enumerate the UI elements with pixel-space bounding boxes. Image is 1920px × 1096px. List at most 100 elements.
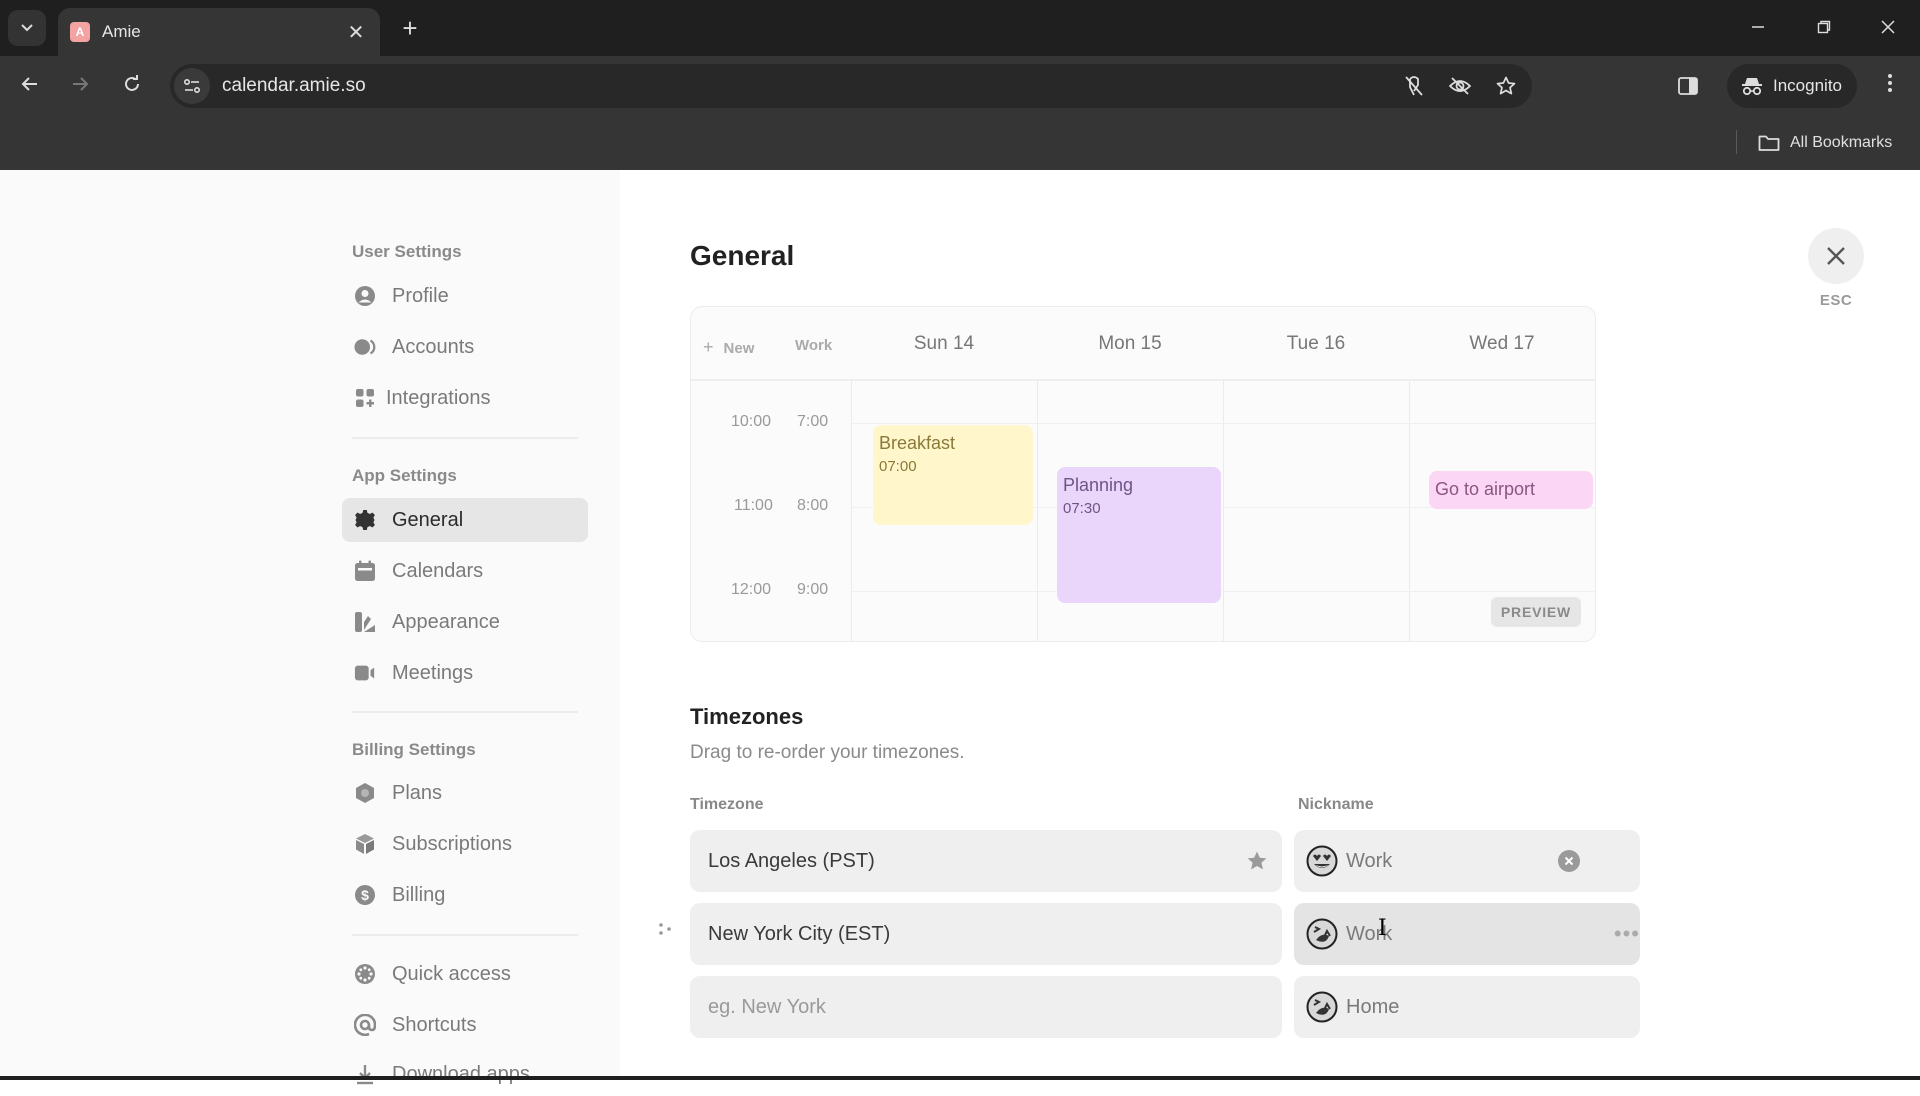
timezone-column-header: Timezone <box>690 796 764 813</box>
restore-icon <box>1817 20 1831 34</box>
all-bookmarks-button[interactable]: All Bookmarks <box>1758 128 1892 158</box>
timezone-placeholder: eg. New York <box>708 995 826 1018</box>
page-title: General <box>690 240 795 271</box>
at-icon <box>354 1014 376 1036</box>
side-panel-button[interactable] <box>1672 70 1704 102</box>
nickname-input[interactable]: Work ••• <box>1294 903 1640 965</box>
bookmarks-separator <box>1736 130 1737 154</box>
nickname-input[interactable]: Work <box>1294 830 1640 892</box>
section-title-user-settings: User Settings <box>352 242 462 261</box>
section-title-billing-settings: Billing Settings <box>352 740 476 759</box>
sidebar-item-general[interactable]: General <box>342 498 588 542</box>
new-tab-button[interactable]: + <box>396 14 424 42</box>
grid-line <box>851 423 1595 424</box>
bookmark-star-icon[interactable] <box>1486 70 1526 102</box>
drag-handle-icon[interactable] <box>658 922 672 941</box>
new-timezone-input[interactable]: eg. New York <box>690 976 1282 1038</box>
close-icon <box>1881 20 1895 34</box>
sidebar-divider <box>352 711 578 713</box>
time-label: 11:00 <box>734 497 773 514</box>
sidebar-item-label: Billing <box>392 883 446 906</box>
url-text[interactable]: calendar.amie.so <box>222 75 1394 97</box>
profile-icon <box>354 285 376 307</box>
reload-icon <box>125 75 139 91</box>
sidebar-item-label: Download apps <box>392 1062 530 1085</box>
grid-line <box>1409 381 1410 641</box>
calendar-header: + New Work Sun 14 Mon 15 Tue 16 Wed 17 <box>691 307 1595 381</box>
incognito-profile-button[interactable]: Incognito <box>1727 64 1857 108</box>
nickname-input[interactable]: Home <box>1294 976 1640 1038</box>
restore-button[interactable] <box>1804 12 1844 44</box>
browser-tab[interactable]: A Amie ✕ <box>58 8 380 56</box>
sidebar-item-meetings[interactable]: Meetings <box>342 651 588 695</box>
site-info-button[interactable] <box>174 68 210 104</box>
reload-button[interactable] <box>116 70 148 102</box>
sidebar-item-label: Appearance <box>392 610 500 633</box>
minimize-icon <box>1752 26 1764 28</box>
timezone-input[interactable]: Los Angeles (PST) <box>690 830 1282 892</box>
integrations-icon <box>354 387 376 409</box>
event-title: Breakfast <box>879 433 956 453</box>
laughing-emoji-icon[interactable] <box>1306 991 1338 1023</box>
close-settings-button[interactable] <box>1808 228 1864 284</box>
appearance-icon <box>354 611 376 633</box>
day-header: Wed 17 <box>1469 333 1535 354</box>
sidebar-item-subscriptions[interactable]: Subscriptions <box>342 822 588 866</box>
time-label: 9:00 <box>797 581 829 598</box>
esc-hint: ESC <box>1819 292 1853 309</box>
timezone-input[interactable]: New York City (EST) <box>690 903 1282 965</box>
nickname-value: Home <box>1346 995 1400 1018</box>
event-planning[interactable]: Planning 07:30 <box>1057 467 1221 603</box>
address-bar[interactable]: calendar.amie.so <box>170 64 1532 108</box>
browser-toolbar: calendar.amie.so Incognito <box>0 56 1920 116</box>
window-close-button[interactable] <box>1868 12 1908 44</box>
timezone-column-label: Work <box>795 337 833 354</box>
settings-page: User Settings Profile Accounts Integrati… <box>0 170 1920 1085</box>
timezones-heading: Timezones <box>690 704 804 729</box>
sidebar-item-label: Shortcuts <box>392 1013 477 1036</box>
primary-star-icon[interactable] <box>1246 850 1268 878</box>
new-timezone-label: New <box>723 340 755 357</box>
sidebar-item-label: Calendars <box>392 559 484 582</box>
calendar-preview: + New Work Sun 14 Mon 15 Tue 16 Wed 17 10… <box>690 306 1596 642</box>
sidebar-item-integrations[interactable]: Integrations <box>342 376 588 420</box>
nickname-column-header: Nickname <box>1298 796 1374 813</box>
sidebar-item-quick-access[interactable]: Quick access <box>342 952 588 996</box>
minimize-button[interactable] <box>1738 12 1778 44</box>
sidebar-item-calendars[interactable]: Calendars <box>342 549 588 593</box>
new-timezone-button[interactable]: + New <box>703 337 754 358</box>
sidebar-item-billing[interactable]: $ Billing <box>342 873 588 917</box>
sidebar-item-profile[interactable]: Profile <box>342 274 588 318</box>
heart-eyes-emoji-icon[interactable] <box>1306 845 1338 877</box>
side-panel-icon <box>1678 77 1698 95</box>
sidebar-item-label: General <box>392 508 464 531</box>
sidebar-item-shortcuts[interactable]: Shortcuts <box>342 1003 588 1047</box>
browser-menu-button[interactable] <box>1874 70 1906 102</box>
tab-search-button[interactable] <box>8 10 46 46</box>
sidebar-item-label: Accounts <box>392 335 475 358</box>
tab-close-icon[interactable]: ✕ <box>344 20 368 45</box>
settings-sidebar: User Settings Profile Accounts Integrati… <box>0 170 620 1085</box>
sidebar-item-plans[interactable]: Plans <box>342 771 588 815</box>
laughing-emoji-icon[interactable] <box>1306 918 1338 950</box>
sidebar-item-download-apps[interactable]: Download apps <box>342 1052 588 1096</box>
back-button[interactable] <box>14 70 46 102</box>
plans-icon <box>354 782 376 804</box>
sidebar-item-label: Subscriptions <box>392 832 513 855</box>
event-go-to-airport[interactable]: Go to airport <box>1429 471 1593 509</box>
all-bookmarks-label: All Bookmarks <box>1790 134 1893 151</box>
clear-nickname-button[interactable] <box>1558 850 1580 872</box>
tab-title: Amie <box>102 22 141 41</box>
eye-off-icon[interactable] <box>1440 70 1480 102</box>
tracking-blocked-icon[interactable] <box>1394 70 1434 102</box>
sidebar-item-accounts[interactable]: Accounts <box>342 325 588 369</box>
calendar-icon <box>354 560 376 582</box>
timezone-value: Los Angeles (PST) <box>708 849 875 872</box>
time-label: 8:00 <box>797 497 829 514</box>
arrow-left-icon <box>21 77 37 91</box>
sidebar-item-appearance[interactable]: Appearance <box>342 600 588 644</box>
event-breakfast[interactable]: Breakfast 07:00 <box>873 425 1033 525</box>
more-options-icon[interactable]: ••• <box>1614 921 1640 947</box>
forward-button[interactable] <box>64 70 96 102</box>
close-icon <box>1827 247 1845 265</box>
